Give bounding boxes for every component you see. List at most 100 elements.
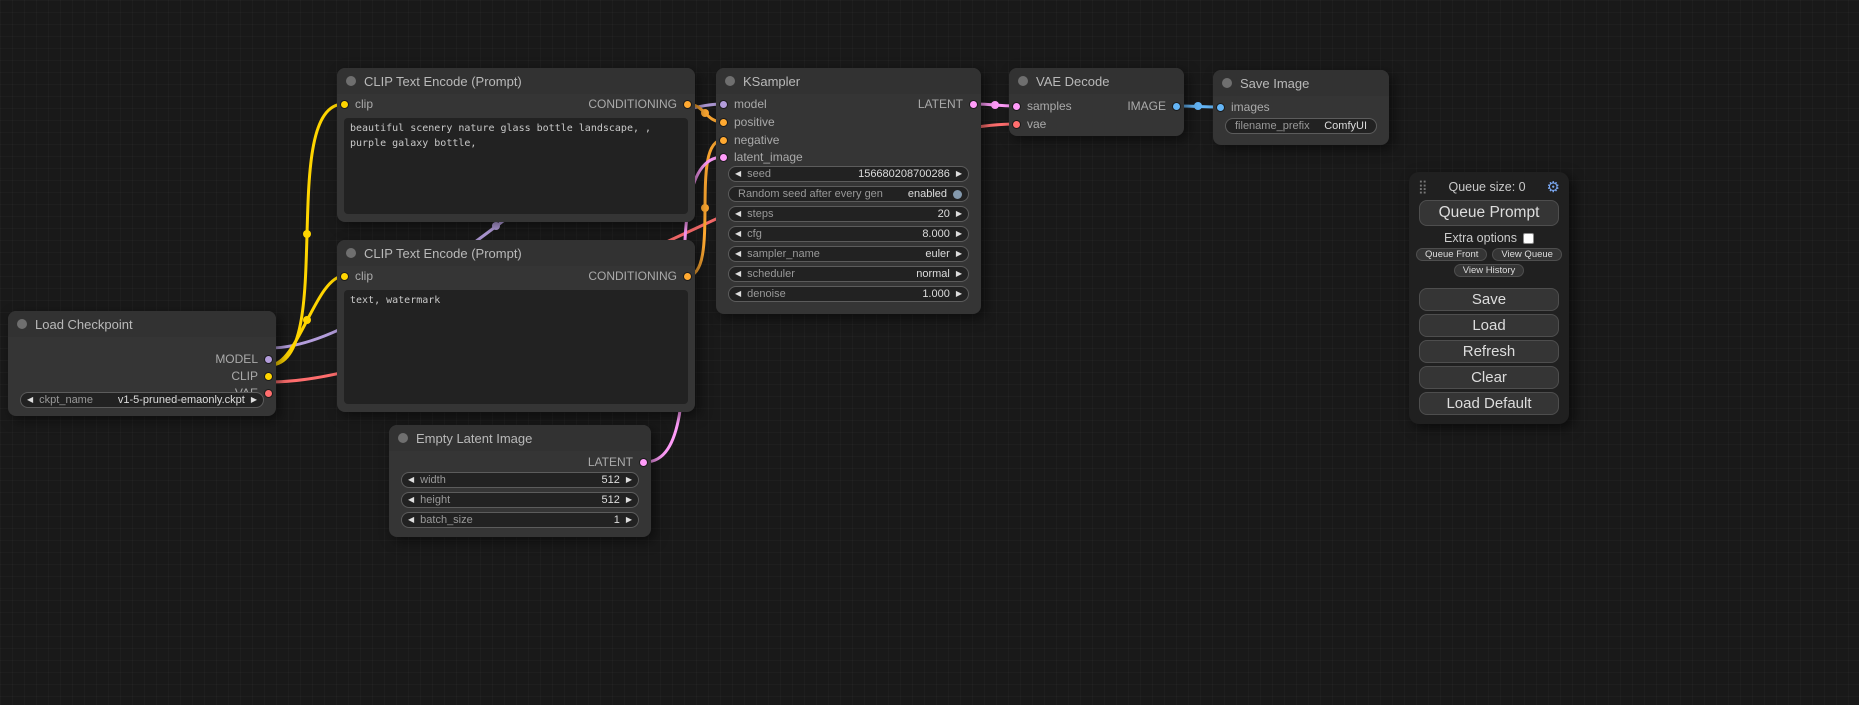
node-load-checkpoint[interactable]: Load Checkpoint MODEL CLIP VAE ◀ ckpt_na… — [8, 311, 276, 416]
clear-button[interactable]: Clear — [1419, 366, 1559, 389]
node-status-dot-icon[interactable] — [398, 433, 408, 443]
random-seed-toggle-widget[interactable]: Random seed after every gen enabled — [728, 186, 969, 202]
node-title-bar[interactable]: CLIP Text Encode (Prompt) — [337, 68, 695, 94]
increment-arrow-icon[interactable]: ▶ — [956, 210, 962, 218]
latent-output-dot[interactable] — [969, 100, 978, 109]
widget-value: 8.000 — [922, 228, 950, 240]
settings-gear-icon[interactable]: ⚙ — [1547, 180, 1560, 195]
positive-prompt-input[interactable]: beautiful scenery nature glass bottle la… — [344, 118, 688, 214]
image-output-dot[interactable] — [1172, 102, 1181, 111]
node-vae-decode[interactable]: VAE Decode samples vae IMAGE — [1009, 68, 1184, 136]
increment-arrow-icon[interactable]: ▶ — [956, 270, 962, 278]
vae-input-dot[interactable] — [1012, 120, 1021, 129]
positive-input-dot[interactable] — [719, 118, 728, 127]
widget-name: width — [420, 474, 446, 486]
queue-front-button[interactable]: Queue Front — [1416, 248, 1487, 261]
toggle-enabled-dot-icon[interactable] — [953, 190, 962, 199]
drag-handle-icon[interactable]: ⣿ — [1418, 179, 1428, 195]
node-status-dot-icon[interactable] — [725, 76, 735, 86]
node-status-dot-icon[interactable] — [1222, 78, 1232, 88]
input-slot-positive: positive — [719, 114, 775, 130]
node-status-dot-icon[interactable] — [1018, 76, 1028, 86]
node-title-bar[interactable]: VAE Decode — [1009, 68, 1184, 94]
sampler-name-widget[interactable]: ◀ sampler_name euler ▶ — [728, 246, 969, 262]
decrement-arrow-icon[interactable]: ◀ — [735, 270, 741, 278]
comfyui-canvas[interactable]: { "colors": { "model": "#B39DDB", "clip"… — [0, 0, 1859, 705]
denoise-widget[interactable]: ◀ denoise 1.000 ▶ — [728, 286, 969, 302]
increment-arrow-icon[interactable]: ▶ — [956, 170, 962, 178]
view-history-button[interactable]: View History — [1454, 264, 1525, 277]
increment-arrow-icon[interactable]: ▶ — [626, 516, 632, 524]
view-queue-button[interactable]: View Queue — [1492, 248, 1562, 261]
queue-prompt-button[interactable]: Queue Prompt — [1419, 200, 1559, 226]
node-status-dot-icon[interactable] — [346, 76, 356, 86]
decrement-arrow-icon[interactable]: ◀ — [735, 230, 741, 238]
increment-arrow-icon[interactable]: ▶ — [956, 250, 962, 258]
wire-midpoint-dot — [303, 230, 311, 238]
node-status-dot-icon[interactable] — [346, 248, 356, 258]
node-clip-text-encode-negative[interactable]: CLIP Text Encode (Prompt) clip CONDITION… — [337, 240, 695, 412]
images-input-dot[interactable] — [1216, 103, 1225, 112]
batch-size-widget[interactable]: ◀ batch_size 1 ▶ — [401, 512, 639, 528]
latent-image-input-dot[interactable] — [719, 153, 728, 162]
decrement-arrow-icon[interactable]: ◀ — [735, 170, 741, 178]
ckpt-name-widget[interactable]: ◀ ckpt_name v1-5-pruned-emaonly.ckpt ▶ — [20, 392, 264, 408]
input-slot-latent-image: latent_image — [719, 149, 803, 165]
decrement-arrow-icon[interactable]: ◀ — [408, 516, 414, 524]
model-input-dot[interactable] — [719, 100, 728, 109]
negative-prompt-input[interactable]: text, watermark — [344, 290, 688, 404]
increment-arrow-icon[interactable]: ▶ — [956, 230, 962, 238]
steps-widget[interactable]: ◀ steps 20 ▶ — [728, 206, 969, 222]
seed-widget[interactable]: ◀ seed 156680208700286 ▶ — [728, 166, 969, 182]
node-title-bar[interactable]: Save Image — [1213, 70, 1389, 96]
node-ksampler[interactable]: KSampler model positive negative latent_… — [716, 68, 981, 314]
extra-options-checkbox[interactable] — [1523, 233, 1534, 244]
widget-value: 156680208700286 — [858, 168, 950, 180]
samples-input-dot[interactable] — [1012, 102, 1021, 111]
node-save-image[interactable]: Save Image images filename_prefix ComfyU… — [1213, 70, 1389, 145]
widget-value: 512 — [601, 494, 619, 506]
refresh-button[interactable]: Refresh — [1419, 340, 1559, 363]
load-default-button[interactable]: Load Default — [1419, 392, 1559, 415]
width-widget[interactable]: ◀ width 512 ▶ — [401, 472, 639, 488]
clip-input-dot[interactable] — [340, 272, 349, 281]
save-button[interactable]: Save — [1419, 288, 1559, 311]
node-title-bar[interactable]: Empty Latent Image — [389, 425, 651, 451]
filename-prefix-widget[interactable]: filename_prefix ComfyUI — [1225, 118, 1377, 134]
latent-output-dot[interactable] — [639, 458, 648, 467]
wire-midpoint-dot — [701, 204, 709, 212]
decrement-arrow-icon[interactable]: ◀ — [408, 476, 414, 484]
widget-name: steps — [747, 208, 773, 220]
decrement-arrow-icon[interactable]: ◀ — [735, 290, 741, 298]
height-widget[interactable]: ◀ height 512 ▶ — [401, 492, 639, 508]
input-slot-images: images — [1216, 99, 1270, 115]
node-empty-latent-image[interactable]: Empty Latent Image LATENT ◀ width 512 ▶ … — [389, 425, 651, 537]
model-output-dot[interactable] — [264, 355, 273, 364]
conditioning-output-dot[interactable] — [683, 272, 692, 281]
node-title-bar[interactable]: CLIP Text Encode (Prompt) — [337, 240, 695, 266]
clip-input-dot[interactable] — [340, 100, 349, 109]
node-status-dot-icon[interactable] — [17, 319, 27, 329]
clip-output-dot[interactable] — [264, 372, 273, 381]
conditioning-output-dot[interactable] — [683, 100, 692, 109]
negative-input-dot[interactable] — [719, 136, 728, 145]
increment-arrow-icon[interactable]: ▶ — [626, 496, 632, 504]
increment-arrow-icon[interactable]: ▶ — [251, 396, 257, 404]
cfg-widget[interactable]: ◀ cfg 8.000 ▶ — [728, 226, 969, 242]
queue-panel[interactable]: ⣿ Queue size: 0 ⚙ Queue Prompt Extra opt… — [1409, 172, 1569, 424]
increment-arrow-icon[interactable]: ▶ — [626, 476, 632, 484]
increment-arrow-icon[interactable]: ▶ — [956, 290, 962, 298]
widget-name: sampler_name — [747, 248, 820, 260]
node-title-bar[interactable]: Load Checkpoint — [8, 311, 276, 337]
decrement-arrow-icon[interactable]: ◀ — [27, 396, 33, 404]
decrement-arrow-icon[interactable]: ◀ — [735, 210, 741, 218]
vae-output-dot[interactable] — [264, 389, 273, 398]
decrement-arrow-icon[interactable]: ◀ — [408, 496, 414, 504]
extra-options-label: Extra options — [1444, 231, 1517, 245]
scheduler-widget[interactable]: ◀ scheduler normal ▶ — [728, 266, 969, 282]
node-title-bar[interactable]: KSampler — [716, 68, 981, 94]
node-clip-text-encode-positive[interactable]: CLIP Text Encode (Prompt) clip CONDITION… — [337, 68, 695, 222]
decrement-arrow-icon[interactable]: ◀ — [735, 250, 741, 258]
wire-midpoint-dot — [492, 222, 500, 230]
load-button[interactable]: Load — [1419, 314, 1559, 337]
